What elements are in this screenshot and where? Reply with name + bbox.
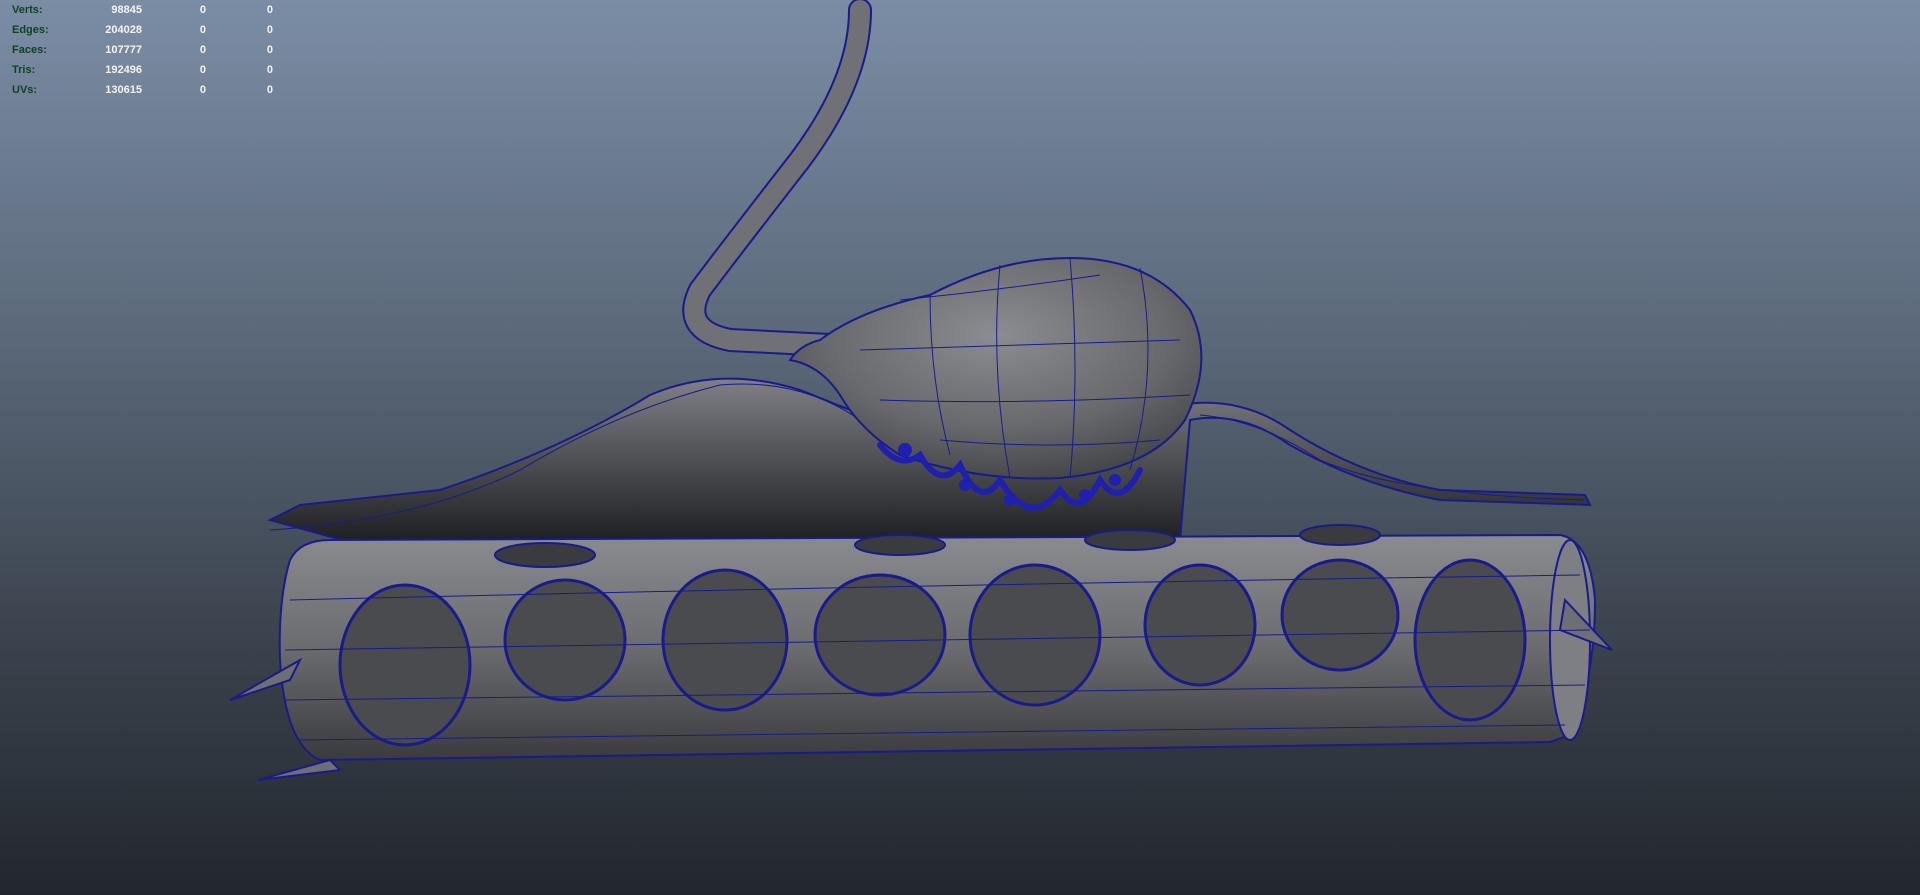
hud-label: UVs:	[12, 84, 38, 96]
hud-row-faces: Faces: 107777 0 0	[12, 40, 273, 60]
3d-viewport[interactable]: Verts: 98845 0 0 Edges: 204028 0 0 Faces…	[0, 0, 1920, 895]
poly-count-hud: Verts: 98845 0 0 Edges: 204028 0 0 Faces…	[12, 0, 273, 100]
hud-value-total: 107777	[105, 44, 142, 56]
stalk-tube[interactable]	[682, 0, 872, 357]
hud-row-tris: Tris: 192496 0 0	[12, 60, 273, 80]
hud-label: Tris:	[12, 64, 36, 76]
hud-value-total: 130615	[105, 84, 142, 96]
hud-value-selected: 0	[199, 44, 206, 56]
hud-value-selected: 0	[199, 24, 206, 36]
hud-row-verts: Verts: 98845 0 0	[12, 0, 273, 20]
hud-value-extra: 0	[266, 64, 273, 76]
hud-value-selected: 0	[199, 4, 206, 16]
hud-label: Faces:	[12, 44, 47, 56]
hud-value-selected: 0	[199, 64, 206, 76]
hud-value-extra: 0	[266, 4, 273, 16]
hud-row-uvs: UVs: 130615 0 0	[12, 80, 273, 100]
hud-value-extra: 0	[266, 84, 273, 96]
hud-label: Edges:	[12, 24, 49, 36]
hud-label: Verts:	[12, 4, 43, 16]
hud-value-selected: 0	[199, 84, 206, 96]
hud-value-total: 204028	[105, 24, 142, 36]
hud-row-edges: Edges: 204028 0 0	[12, 20, 273, 40]
hud-value-total: 98845	[111, 4, 142, 16]
hud-value-extra: 0	[266, 44, 273, 56]
cylinder-mesh[interactable]	[229, 524, 1613, 781]
hud-value-extra: 0	[266, 24, 273, 36]
scene-geometry[interactable]	[0, 0, 1920, 895]
hud-value-total: 192496	[105, 64, 142, 76]
